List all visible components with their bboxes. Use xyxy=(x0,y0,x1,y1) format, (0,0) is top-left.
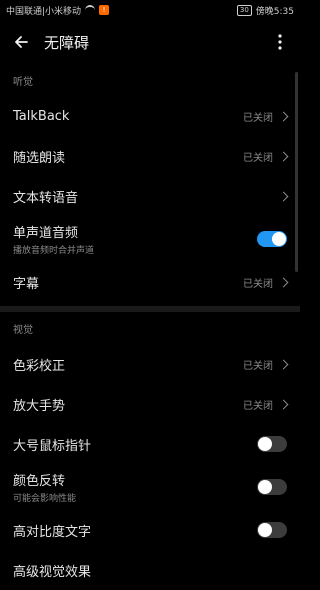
captions-status: 已关闭 xyxy=(243,278,273,290)
more-vert-icon xyxy=(278,34,282,50)
clock: 傍晚5:35 xyxy=(255,6,294,17)
large-pointer-row[interactable]: 大号鼠标指针 xyxy=(0,424,300,464)
magnification-label: 放大手势 xyxy=(13,398,66,414)
color-inversion-toggle[interactable] xyxy=(257,479,287,495)
wifi-icon xyxy=(85,5,96,15)
app-bar: 无障碍 xyxy=(0,20,300,64)
select-to-speak-row[interactable]: 随选朗读 已关闭 xyxy=(0,136,300,176)
chevron-right-icon xyxy=(278,359,289,369)
text-to-speech-label: 文本转语音 xyxy=(13,190,79,206)
more-options-button[interactable] xyxy=(270,31,290,53)
mono-audio-row[interactable]: 单声道音频 播放音频时合并声道 xyxy=(0,216,300,262)
high-contrast-toggle[interactable] xyxy=(257,522,287,538)
partial-row[interactable]: 高级视觉效果 xyxy=(0,550,300,590)
captions-label: 字幕 xyxy=(13,276,40,292)
section-hearing: 听觉 xyxy=(13,76,33,88)
mono-audio-toggle[interactable] xyxy=(257,231,287,247)
partial-label: 高级视觉效果 xyxy=(13,564,92,580)
chevron-right-icon xyxy=(278,191,289,201)
talkback-label: TalkBack xyxy=(13,108,70,124)
select-to-speak-status: 已关闭 xyxy=(243,152,273,164)
page-title: 无障碍 xyxy=(44,33,90,52)
color-inversion-description: 可能会影响性能 xyxy=(13,494,77,504)
select-to-speak-label: 随选朗读 xyxy=(13,150,66,166)
talkback-row[interactable]: TalkBack 已关闭 xyxy=(0,96,300,136)
color-inversion-row[interactable]: 颜色反转 可能会影响性能 xyxy=(0,464,300,510)
talkback-status: 已关闭 xyxy=(243,112,273,124)
mono-audio-description: 播放音频时合并声道 xyxy=(13,246,95,256)
color-inversion-label: 颜色反转 xyxy=(13,474,66,489)
chevron-right-icon xyxy=(278,277,289,287)
captions-row[interactable]: 字幕 已关闭 xyxy=(0,262,300,302)
magnification-row[interactable]: 放大手势 已关闭 xyxy=(0,384,300,424)
toggle-knob xyxy=(258,480,272,494)
color-correction-row[interactable]: 色彩校正 已关闭 xyxy=(0,344,300,384)
large-pointer-toggle[interactable] xyxy=(257,436,287,452)
text-to-speech-row[interactable]: 文本转语音 xyxy=(0,176,300,216)
battery-icon: 30 xyxy=(236,4,252,16)
arrow-left-icon xyxy=(15,36,28,48)
chevron-right-icon xyxy=(278,151,289,161)
mono-audio-label: 单声道音频 xyxy=(13,226,79,241)
high-contrast-label: 高对比度文字 xyxy=(13,524,92,540)
status-bar: 中国联通|小米移动 ! 30 傍晚5:35 xyxy=(0,0,300,20)
toggle-knob xyxy=(258,523,272,537)
magnification-status: 已关闭 xyxy=(243,400,273,412)
chevron-right-icon xyxy=(278,399,289,409)
color-correction-label: 色彩校正 xyxy=(13,358,66,374)
app-notification-icon: ! xyxy=(99,5,110,15)
toggle-knob xyxy=(272,232,286,246)
color-correction-status: 已关闭 xyxy=(243,360,273,372)
carrier-text: 中国联通|小米移动 xyxy=(6,6,82,17)
section-vision: 视觉 xyxy=(13,324,33,336)
large-pointer-label: 大号鼠标指针 xyxy=(13,438,92,454)
back-button[interactable] xyxy=(10,31,32,53)
scrollbar[interactable] xyxy=(295,72,298,272)
high-contrast-row[interactable]: 高对比度文字 xyxy=(0,510,300,550)
chevron-right-icon xyxy=(278,111,289,121)
toggle-knob xyxy=(258,437,272,451)
